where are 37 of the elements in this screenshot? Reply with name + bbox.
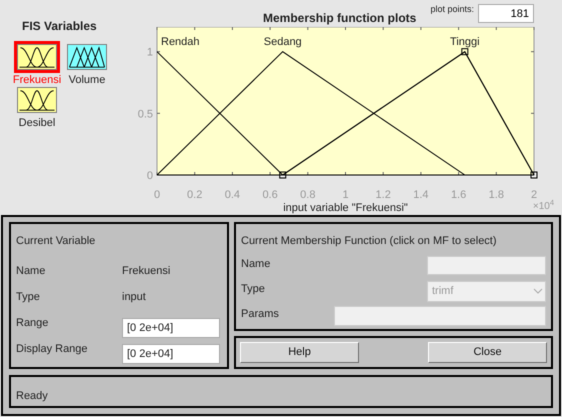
- x-tick-label: 0.4: [224, 189, 240, 201]
- y-tick-label: 0: [146, 170, 153, 182]
- variable-label: Volume: [68, 73, 106, 87]
- curve-label: Tinggi: [450, 36, 480, 48]
- x-tick-label: 0.8: [300, 189, 316, 201]
- panel-title: Current Membership Function (click on MF to select): [241, 234, 498, 249]
- axis-exponent: ×10$^{4}$: [532, 201, 554, 213]
- field-label: Type: [241, 282, 265, 296]
- x-axis-label: input variable "Frekuensi": [283, 202, 408, 214]
- x-tick-label: 1.8: [488, 189, 504, 201]
- y-tick-label: 1: [146, 46, 153, 59]
- status-text: Ready: [16, 390, 48, 402]
- variable-label: Frekuensi: [12, 73, 62, 87]
- panel-title: Current Variable: [16, 234, 96, 249]
- variable-label: Desibel: [18, 116, 56, 130]
- x-tick-label: 1: [342, 189, 349, 201]
- x-tick-label: 1.2: [376, 189, 391, 201]
- field-label: Range: [16, 316, 50, 331]
- x-tick-label: 1.4: [413, 189, 429, 201]
- chart-title: Membership function plots: [263, 10, 416, 26]
- x-tick-label: 0: [154, 189, 160, 201]
- field-label: Display Range: [16, 342, 89, 357]
- field-label: Params: [241, 306, 279, 322]
- field-label: Type: [16, 290, 41, 305]
- field-label: Name: [16, 264, 46, 278]
- x-tick-label: 2: [530, 189, 538, 201]
- field-value: Frekuensi: [122, 264, 170, 278]
- x-tick-label: 0.2: [187, 189, 202, 201]
- panel-title: FIS Variables: [22, 18, 98, 35]
- curve-label: Rendah: [161, 36, 200, 48]
- y-tick-label: 0.5: [138, 108, 153, 120]
- curve-label: Sedang: [264, 36, 302, 48]
- field-label: Name: [241, 256, 270, 272]
- x-tick-label: 1.6: [450, 189, 466, 201]
- plot-points-label: plot points:: [430, 2, 474, 16]
- x-tick-label: 0.6: [262, 189, 278, 201]
- field-value: input: [122, 290, 146, 305]
